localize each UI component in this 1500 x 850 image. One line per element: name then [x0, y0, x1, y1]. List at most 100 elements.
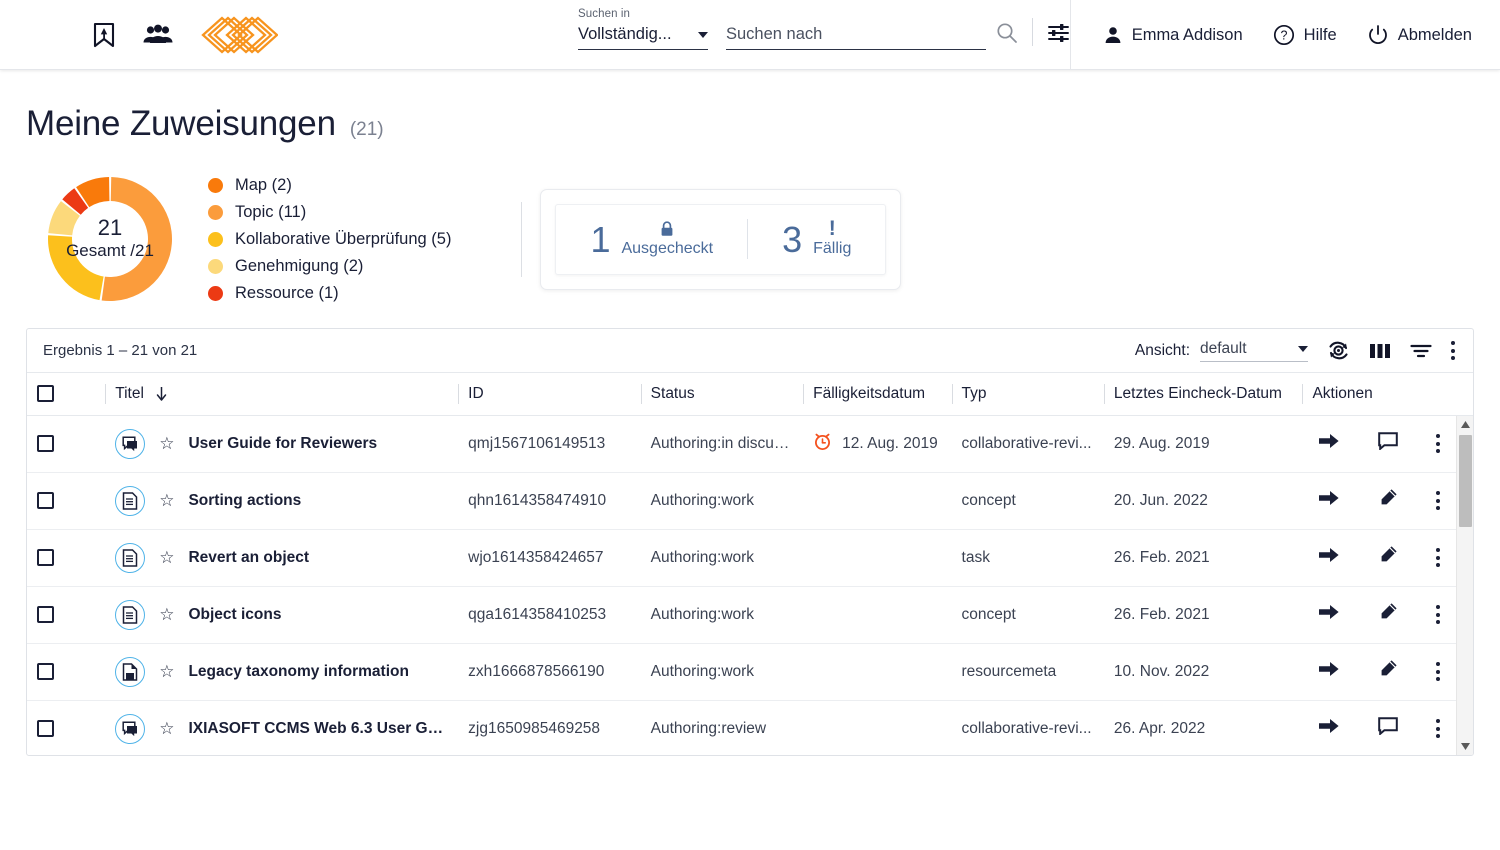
row-more-options-icon[interactable]: [1436, 662, 1441, 681]
comment-doc-icon[interactable]: [115, 428, 146, 459]
search-icon[interactable]: [995, 21, 1018, 44]
open-arrow-icon[interactable]: [1318, 603, 1340, 626]
row-checkbox[interactable]: [37, 492, 54, 509]
row-checkbox[interactable]: [37, 435, 54, 452]
scrollbar-thumb[interactable]: [1459, 435, 1472, 527]
document-icon[interactable]: [115, 485, 146, 516]
edit-icon[interactable]: [1378, 545, 1398, 570]
logout-button[interactable]: Abmelden: [1367, 24, 1472, 46]
legend-item[interactable]: Topic (11): [208, 203, 451, 222]
row-more-options-icon[interactable]: [1436, 719, 1441, 738]
page-title: Meine Zuweisungen (21): [0, 70, 1500, 144]
stat-fällig[interactable]: 3 ! Fällig: [748, 205, 885, 274]
stats-panel: 1 Ausgecheckt 3 ! Fällig: [540, 188, 902, 290]
favorite-star-icon[interactable]: ☆: [159, 549, 174, 566]
row-checkbox[interactable]: [37, 549, 54, 566]
row-title[interactable]: IXIASOFT CCMS Web 6.3 User Guid...: [188, 720, 448, 738]
row-select-cell: [27, 586, 106, 644]
document-icon[interactable]: [115, 542, 146, 573]
legend-item[interactable]: Map (2): [208, 176, 451, 195]
open-arrow-icon[interactable]: [1318, 717, 1340, 740]
scroll-down-icon[interactable]: [1457, 738, 1473, 755]
legend-item[interactable]: Genehmigung (2): [208, 257, 451, 276]
logout-label: Abmelden: [1397, 25, 1472, 44]
row-title[interactable]: Object icons: [188, 606, 281, 624]
comment-doc-icon[interactable]: [115, 713, 146, 744]
select-all-checkbox[interactable]: [37, 385, 54, 403]
open-arrow-icon[interactable]: [1318, 546, 1340, 569]
row-title[interactable]: User Guide for Reviewers: [188, 435, 377, 453]
favorite-star-icon[interactable]: ☆: [159, 492, 174, 509]
favorite-star-icon[interactable]: ☆: [159, 720, 174, 737]
open-arrow-icon[interactable]: [1318, 489, 1340, 512]
row-last-checkin: 26. Apr. 2022: [1103, 700, 1303, 755]
row-status: Authoring:in discus...: [640, 415, 804, 473]
row-checkbox[interactable]: [37, 720, 54, 737]
scroll-up-icon[interactable]: [1457, 416, 1473, 433]
avatar-icon: [1105, 27, 1121, 43]
comment-icon[interactable]: [1378, 432, 1399, 455]
legend-item[interactable]: Kollaborative Überprüfung (5): [208, 230, 451, 249]
edit-icon[interactable]: [1378, 488, 1398, 513]
row-title[interactable]: Revert an object: [188, 549, 309, 567]
table-row[interactable]: ☆ Object icons qga1614358410253 Authorin…: [27, 586, 1473, 644]
open-arrow-icon[interactable]: [1318, 660, 1340, 683]
row-actions-cell: [1302, 586, 1473, 644]
favorite-star-icon[interactable]: ☆: [159, 435, 174, 452]
row-title[interactable]: Legacy taxonomy information: [188, 663, 408, 681]
select-all-header: [27, 373, 106, 416]
row-more-options-icon[interactable]: [1436, 548, 1441, 567]
row-more-options-icon[interactable]: [1436, 434, 1441, 453]
table-row[interactable]: ☆ Sorting actions qhn1614358474910 Autho…: [27, 472, 1473, 530]
row-checkbox[interactable]: [37, 663, 54, 680]
row-due-date-cell: [803, 700, 952, 755]
resource-icon[interactable]: [115, 656, 146, 687]
row-checkbox[interactable]: [37, 606, 54, 623]
section-divider: [521, 201, 523, 277]
table-row[interactable]: ☆ User Guide for Reviewers qmj1567106149…: [27, 415, 1473, 473]
table-row[interactable]: ☆ IXIASOFT CCMS Web 6.3 User Guid... zjg…: [27, 700, 1473, 755]
search-scope-select[interactable]: Suchen in Vollständig...: [578, 8, 708, 50]
user-menu[interactable]: Emma Addison: [1103, 25, 1243, 45]
edit-icon[interactable]: [1378, 602, 1398, 627]
more-options-icon[interactable]: [1451, 341, 1455, 360]
column-header-letztes-eincheck-datum[interactable]: Letztes Eincheck-Datum: [1103, 373, 1303, 416]
comment-icon[interactable]: [1378, 717, 1399, 740]
legend-item[interactable]: Ressource (1): [208, 284, 451, 303]
table-row[interactable]: ☆ Revert an object wjo1614358424657 Auth…: [27, 529, 1473, 587]
table-scrollbar[interactable]: [1456, 416, 1473, 755]
search-settings-icon[interactable]: [1047, 21, 1070, 44]
filter-icon[interactable]: [1409, 342, 1433, 360]
view-selector[interactable]: Ansicht: default: [1135, 340, 1308, 362]
column-header-id[interactable]: ID: [458, 373, 641, 416]
favorite-star-icon[interactable]: ☆: [159, 663, 174, 680]
row-more-options-icon[interactable]: [1436, 605, 1441, 624]
stat-label: Fällig: [813, 239, 852, 257]
stat-ausgecheckt[interactable]: 1 Ausgecheckt: [556, 205, 747, 274]
bookmark-icon[interactable]: [92, 22, 116, 48]
favorite-star-icon[interactable]: ☆: [159, 606, 174, 623]
table-row[interactable]: ☆ Legacy taxonomy information zxh1666878…: [27, 643, 1473, 701]
donut-slice-topic[interactable]: [101, 177, 173, 301]
column-header-typ[interactable]: Typ: [951, 373, 1104, 416]
logo-icon[interactable]: [200, 15, 278, 55]
summary-section: 21 Gesamt /21 Map (2) Topic (11) Kollabora…: [0, 144, 1500, 304]
document-icon[interactable]: [115, 599, 146, 630]
search-input[interactable]: [726, 25, 986, 44]
help-button[interactable]: ? Hilfe: [1273, 24, 1337, 46]
column-header-titel[interactable]: Titel: [105, 373, 459, 416]
column-header-faelligkeitsdatum[interactable]: Fälligkeitsdatum: [803, 373, 952, 416]
columns-icon[interactable]: [1369, 342, 1391, 360]
column-header-status[interactable]: Status: [640, 373, 804, 416]
column-label: Fälligkeitsdatum: [813, 384, 926, 402]
menu-icon[interactable]: [40, 29, 66, 41]
edit-icon[interactable]: [1378, 659, 1398, 684]
donut-legend: Map (2) Topic (11) Kollaborative Überprüfu…: [208, 176, 451, 303]
row-more-options-icon[interactable]: [1436, 491, 1441, 510]
open-arrow-icon[interactable]: [1318, 432, 1340, 455]
row-title[interactable]: Sorting actions: [188, 492, 301, 510]
refresh-icon[interactable]: [1326, 338, 1351, 363]
row-actions-cell: [1302, 529, 1473, 587]
donut-slice-kollaborative-überprüfung[interactable]: [48, 235, 104, 301]
people-icon[interactable]: [142, 23, 174, 47]
